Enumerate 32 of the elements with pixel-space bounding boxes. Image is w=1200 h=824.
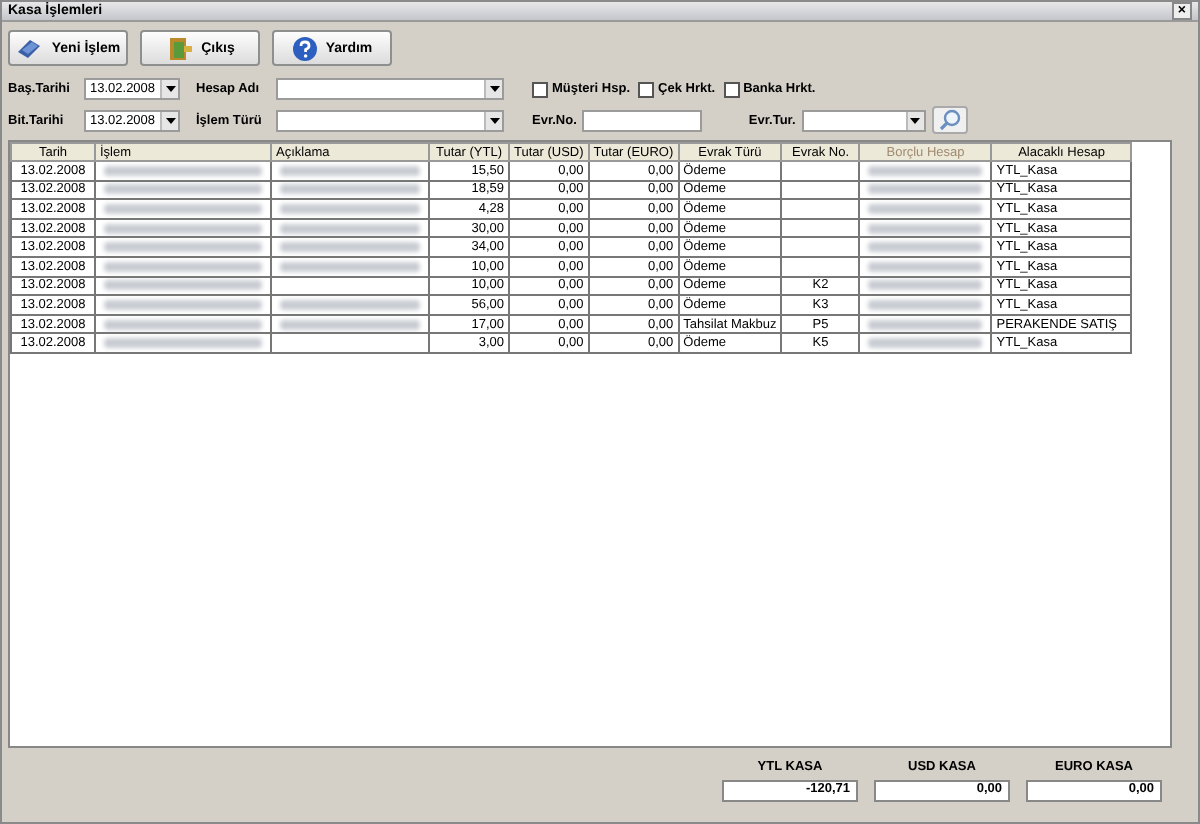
blurred-text (280, 165, 420, 176)
blurred-text (868, 261, 983, 272)
transaction-type-dropdown[interactable] (276, 109, 504, 131)
blurred-text (280, 299, 420, 310)
blurred-text (868, 299, 983, 310)
blurred-text (868, 319, 983, 330)
blurred-text (868, 338, 983, 349)
account-dropdown[interactable] (276, 78, 504, 100)
blurred-text (868, 242, 983, 253)
search-button[interactable] (931, 106, 968, 134)
blurred-text (868, 203, 983, 214)
blurred-text (280, 203, 420, 214)
blurred-text (280, 261, 420, 272)
blurred-text (868, 165, 983, 176)
help-icon (291, 35, 318, 61)
dropdown-arrow-icon (905, 111, 924, 129)
dropdown-arrow-icon (160, 111, 178, 129)
blurred-text (868, 223, 983, 234)
blurred-text (280, 242, 420, 253)
document-number-field[interactable] (582, 109, 703, 131)
dropdown-arrow-icon (160, 80, 178, 98)
blurred-text (280, 319, 420, 330)
dropdown-arrow-icon (484, 111, 502, 129)
dropdown-arrow-icon (484, 80, 502, 98)
books-icon (15, 36, 44, 60)
blurred-text (868, 280, 983, 291)
blurred-text (280, 223, 420, 234)
search-icon (937, 108, 962, 132)
door-icon (165, 35, 194, 61)
blurred-text (868, 184, 983, 195)
document-type-dropdown[interactable] (801, 109, 926, 131)
blurred-text (280, 184, 420, 195)
